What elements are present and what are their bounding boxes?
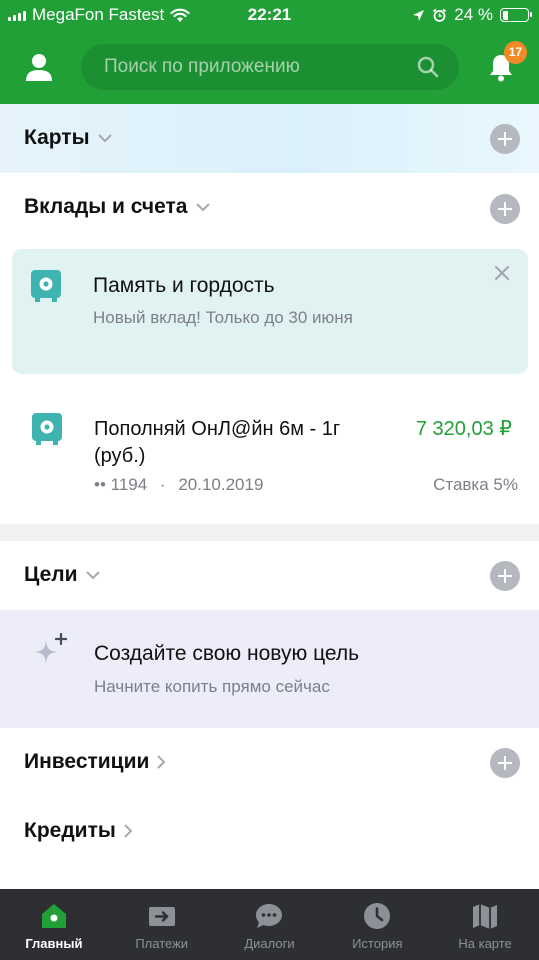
deposits-title: Вклады и счета: [24, 195, 188, 218]
tab-label: Платежи: [135, 936, 189, 951]
investments-title: Инвестиции: [24, 750, 150, 773]
add-deposit-button[interactable]: [490, 194, 520, 224]
chat-icon: [256, 904, 283, 928]
add-investment-button[interactable]: [490, 748, 520, 778]
deposit-account: •• 1194: [94, 475, 148, 494]
tab-label: История: [352, 936, 403, 951]
alarm-icon: [433, 8, 447, 22]
tab-dialogs[interactable]: Диалоги: [216, 889, 324, 960]
tab-main[interactable]: Главный: [0, 889, 108, 960]
tab-label: Главный: [25, 936, 83, 951]
history-icon: [364, 903, 391, 929]
goal-title: Создайте свою новую цель: [94, 642, 360, 665]
promo-card[interactable]: Память и гордость Новый вклад! Только до…: [12, 249, 528, 374]
chevron-down-icon: [195, 202, 210, 211]
search-icon[interactable]: [417, 56, 439, 78]
tab-label: На карте: [458, 936, 512, 951]
credits-title-row: Кредиты: [24, 819, 133, 843]
deposit-name: Пополняй ОнЛ@йн 6м - 1г (руб.): [94, 418, 341, 467]
safe-icon: [31, 270, 61, 302]
investments-title-row: Инвестиции: [24, 750, 166, 774]
tab-label: Диалоги: [244, 936, 295, 951]
cards-title: Карты: [24, 126, 90, 149]
cards-title-row: Карты: [24, 126, 112, 150]
status-bar: MegaFon Fastest 22:21 24 %: [0, 0, 539, 32]
profile-icon[interactable]: [24, 52, 54, 82]
cards-section: Карты: [0, 104, 539, 173]
deposit-date: 20.10.2019: [178, 475, 264, 494]
goals-title-row: Цели: [24, 563, 100, 587]
chevron-down-icon: [97, 133, 112, 142]
credits-header[interactable]: Кредиты: [0, 797, 539, 867]
home-icon: [41, 904, 66, 928]
create-goal-card[interactable]: Создайте свою новую цель Начните копить …: [0, 610, 539, 728]
deposits-title-row: Вклады и счета: [24, 195, 210, 219]
battery-icon: [500, 8, 532, 22]
payments-icon: [148, 907, 175, 926]
sparkle-icon: [34, 632, 68, 664]
deposit-rate: Ставка 5%: [433, 475, 518, 494]
location-arrow-icon: [413, 9, 425, 21]
goals-title: Цели: [24, 563, 78, 586]
chevron-right-icon: [157, 755, 166, 769]
status-right: 24 %: [412, 5, 532, 25]
tab-payments[interactable]: Платежи: [108, 889, 216, 960]
deposit-amount: 7 320,03 ₽: [415, 418, 512, 440]
investments-header[interactable]: Инвестиции: [0, 728, 539, 798]
chevron-right-icon: [124, 824, 133, 838]
close-icon[interactable]: [494, 265, 510, 281]
search-input[interactable]: Поиск по приложению: [81, 44, 459, 90]
deposit-item[interactable]: Пополняй ОнЛ@йн 6м - 1г (руб.) 7 320,03 …: [0, 395, 539, 520]
battery-fill: [502, 10, 509, 20]
search-placeholder: Поиск по приложению: [104, 56, 300, 77]
cards-header[interactable]: Карты: [0, 104, 539, 174]
add-card-button[interactable]: [490, 124, 520, 154]
battery-percent: 24 %: [454, 5, 493, 24]
tab-history[interactable]: История: [323, 889, 431, 960]
promo-title: Память и гордость: [93, 274, 275, 297]
add-goal-button[interactable]: [490, 561, 520, 591]
deposit-meta: •• 1194 · 20.10.2019: [94, 475, 263, 495]
safe-icon: [32, 413, 62, 445]
meta-separator: ·: [159, 475, 166, 494]
notifications-badge: 17: [504, 41, 527, 64]
chevron-down-icon: [85, 570, 100, 579]
credits-title: Кредиты: [24, 819, 116, 842]
section-divider: [0, 524, 539, 541]
goal-subtitle: Начните копить прямо сейчас: [94, 677, 330, 696]
promo-subtitle: Новый вклад! Только до 30 июня: [93, 308, 353, 327]
map-icon: [473, 904, 498, 929]
tab-map[interactable]: На карте: [431, 889, 539, 960]
goals-header[interactable]: Цели: [0, 541, 539, 611]
app-header: Поиск по приложению 17: [0, 32, 539, 104]
bottom-tab-bar: Главный Платежи Диалоги История На карте: [0, 889, 539, 960]
deposits-header[interactable]: Вклады и счета: [0, 173, 539, 243]
